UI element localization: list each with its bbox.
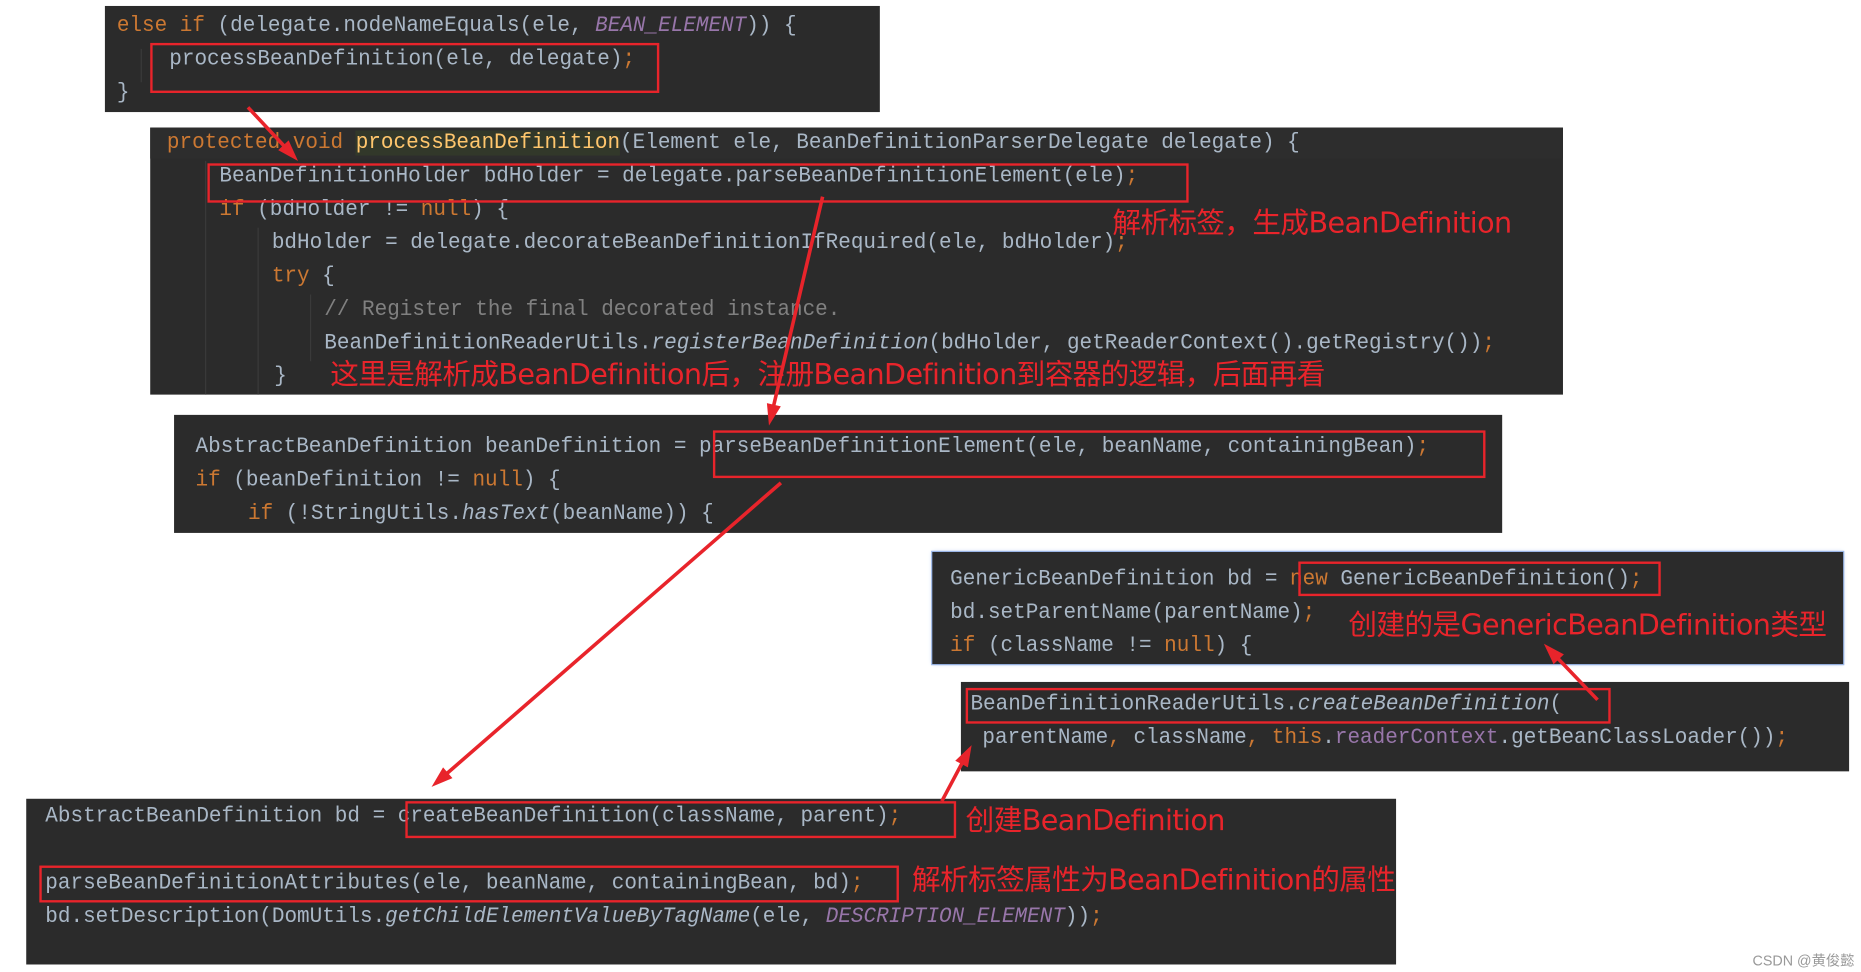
code-token: , (1108, 725, 1134, 751)
code-line: BeanDefinitionReaderUtils.registerBeanDe… (324, 331, 1495, 356)
code-token: . (1322, 725, 1335, 751)
annotation-parse-tag: 解析标签，生成BeanDefinition (1112, 206, 1512, 240)
code-token: (Element ele, BeanDefinitionParserDelega… (620, 130, 1300, 156)
code-token: if (950, 633, 988, 659)
code-line: if (beanDefinition != null) { (196, 468, 561, 493)
annotation-create-bd: 创建BeanDefinition (965, 803, 1226, 837)
code-token: bdHolder = delegate.decorateBeanDefiniti… (271, 230, 1116, 256)
code-token: registerBeanDefinition (651, 330, 929, 356)
code-token: readerContext (1334, 725, 1499, 751)
code-token: ; (1090, 904, 1103, 930)
code-token: (!StringUtils. (285, 501, 462, 527)
code-token: else if (116, 13, 218, 39)
code-line: else if (delegate.nodeNameEquals(ele, BE… (117, 14, 797, 39)
annotation-register-note: 这里是解析成BeanDefinition后，注册BeanDefinition到容… (330, 357, 1325, 392)
annotation-generic-type: 创建的是GenericBeanDefinition类型 (1348, 608, 1827, 642)
code-token: )) (1064, 904, 1091, 930)
code-token: protected void (166, 130, 356, 156)
watermark: CSDN @黄俊懿 (1752, 952, 1855, 970)
code-line: } (274, 364, 287, 389)
code-token: } (274, 364, 287, 390)
code-token: ; (1482, 330, 1495, 356)
code-token: (delegate.nodeNameEquals(ele, (217, 13, 596, 39)
code-token: (bdHolder, getReaderContext().getRegistr… (928, 330, 1483, 356)
code-token: if (247, 501, 286, 527)
code-token: (beanName)) { (550, 501, 714, 527)
code-token: parentName (982, 725, 1109, 751)
code-line: bdHolder = delegate.decorateBeanDefiniti… (272, 231, 1128, 256)
highlight-new-generic (1298, 561, 1661, 597)
code-token: (className != (987, 633, 1165, 659)
code-token: null (472, 467, 523, 493)
code-line: if (className != null) { (950, 634, 1252, 659)
code-token: } (116, 80, 130, 106)
highlight-parse-element-call (712, 430, 1486, 479)
code-token: bd.setDescription(DomUtils. (45, 904, 386, 930)
code-token: ) { (1214, 633, 1253, 659)
code-token: // Register the final decorated instance… (324, 297, 841, 323)
code-line: // Register the final decorated instance… (324, 297, 840, 322)
highlight-process-call (150, 42, 660, 93)
annotation-parse-attrs: 解析标签属性为BeanDefinition的属性 (912, 863, 1396, 897)
code-token: hasText (461, 501, 551, 527)
code-line: if (!StringUtils.hasText(beanName)) { (248, 501, 714, 526)
code-token: )) { (746, 13, 797, 39)
code-token: { (322, 264, 335, 290)
code-token: ) { (522, 467, 561, 493)
highlight-parse-attributes (39, 865, 899, 903)
code-line: bd.setDescription(DomUtils.getChildEleme… (45, 904, 1102, 929)
code-token: getChildElementValueByTagName (385, 904, 751, 930)
highlight-utils-create (965, 687, 1611, 724)
code-token: bd.setParentName(parentName) (950, 600, 1303, 626)
code-line: try { (272, 264, 335, 289)
code-token: (beanDefinition != (233, 467, 473, 493)
code-line: bd.setParentName(parentName); (950, 600, 1315, 625)
code-token: ; (1302, 600, 1316, 626)
code-line: } (117, 80, 130, 105)
code-token: try (271, 264, 323, 290)
code-token: ; (1775, 725, 1789, 751)
code-token: BeanDefinitionReaderUtils. (324, 330, 652, 356)
arrow-head-icon (431, 767, 453, 787)
code-token: (ele, (750, 904, 826, 930)
annotated-code-screenshot: else if (delegate.nodeNameEquals(ele, BE… (0, 0, 1861, 972)
code-token: DESCRIPTION_ELEMENT (825, 904, 1065, 930)
code-token: processBeanDefinition (355, 130, 621, 156)
code-token: , (1246, 725, 1272, 751)
code-token: BEAN_ELEMENT (595, 13, 747, 39)
code-token: className (1133, 725, 1247, 751)
code-token: GenericBeanDefinition bd = (950, 566, 1291, 592)
highlight-create-call (405, 801, 957, 839)
code-token: null (1164, 633, 1215, 659)
code-token: this (1271, 725, 1323, 751)
code-line: protected void processBeanDefinition(Ele… (166, 130, 1300, 156)
code-token: if (195, 467, 234, 493)
code-token: .getBeanClassLoader()) (1498, 725, 1776, 751)
code-line: parentName, className, this.readerContex… (982, 725, 1788, 750)
highlight-bdholder-line (207, 163, 1189, 203)
